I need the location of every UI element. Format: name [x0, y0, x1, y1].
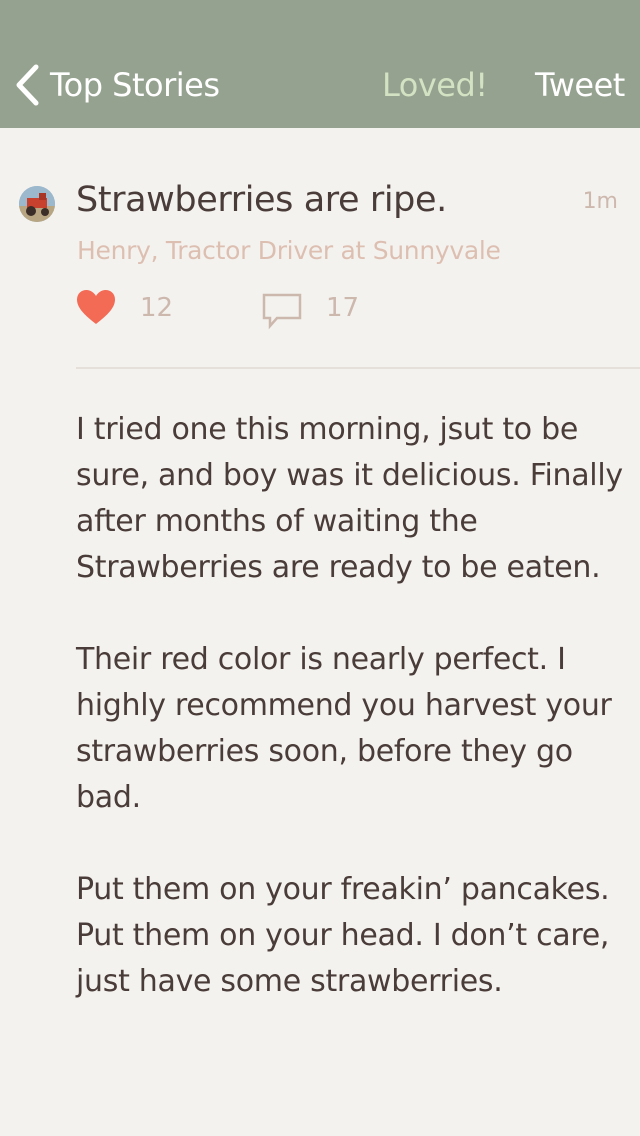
tractor-avatar-image: [19, 186, 55, 222]
navigation-bar: Top Stories Loved! Tweet: [0, 0, 640, 128]
comment-count: 17: [326, 293, 360, 323]
post-paragraph: Put them on your freakin’ pancakes. Put …: [76, 872, 610, 999]
post-body: I tried one this morning, jsut to be sur…: [76, 407, 624, 1051]
post-paragraph: Their red color is nearly perfect. I hig…: [76, 642, 612, 815]
author-byline[interactable]: Henry, Tractor Driver at Sunnyvale: [77, 236, 501, 265]
back-label: Top Stories: [50, 66, 220, 104]
chevron-left-icon: [16, 64, 39, 106]
heart-icon[interactable]: [76, 289, 116, 330]
back-button[interactable]: Top Stories: [14, 62, 220, 108]
love-count: 12: [140, 293, 174, 323]
tweet-button[interactable]: Tweet: [535, 66, 625, 104]
divider: [76, 367, 640, 369]
comment-icon[interactable]: [261, 292, 303, 334]
loved-button[interactable]: Loved!: [382, 66, 488, 104]
timestamp: 1m: [582, 189, 618, 214]
post-title: Strawberries are ripe.: [76, 180, 447, 220]
avatar[interactable]: [19, 186, 55, 222]
post-paragraph: I tried one this morning, jsut to be sur…: [76, 412, 623, 585]
